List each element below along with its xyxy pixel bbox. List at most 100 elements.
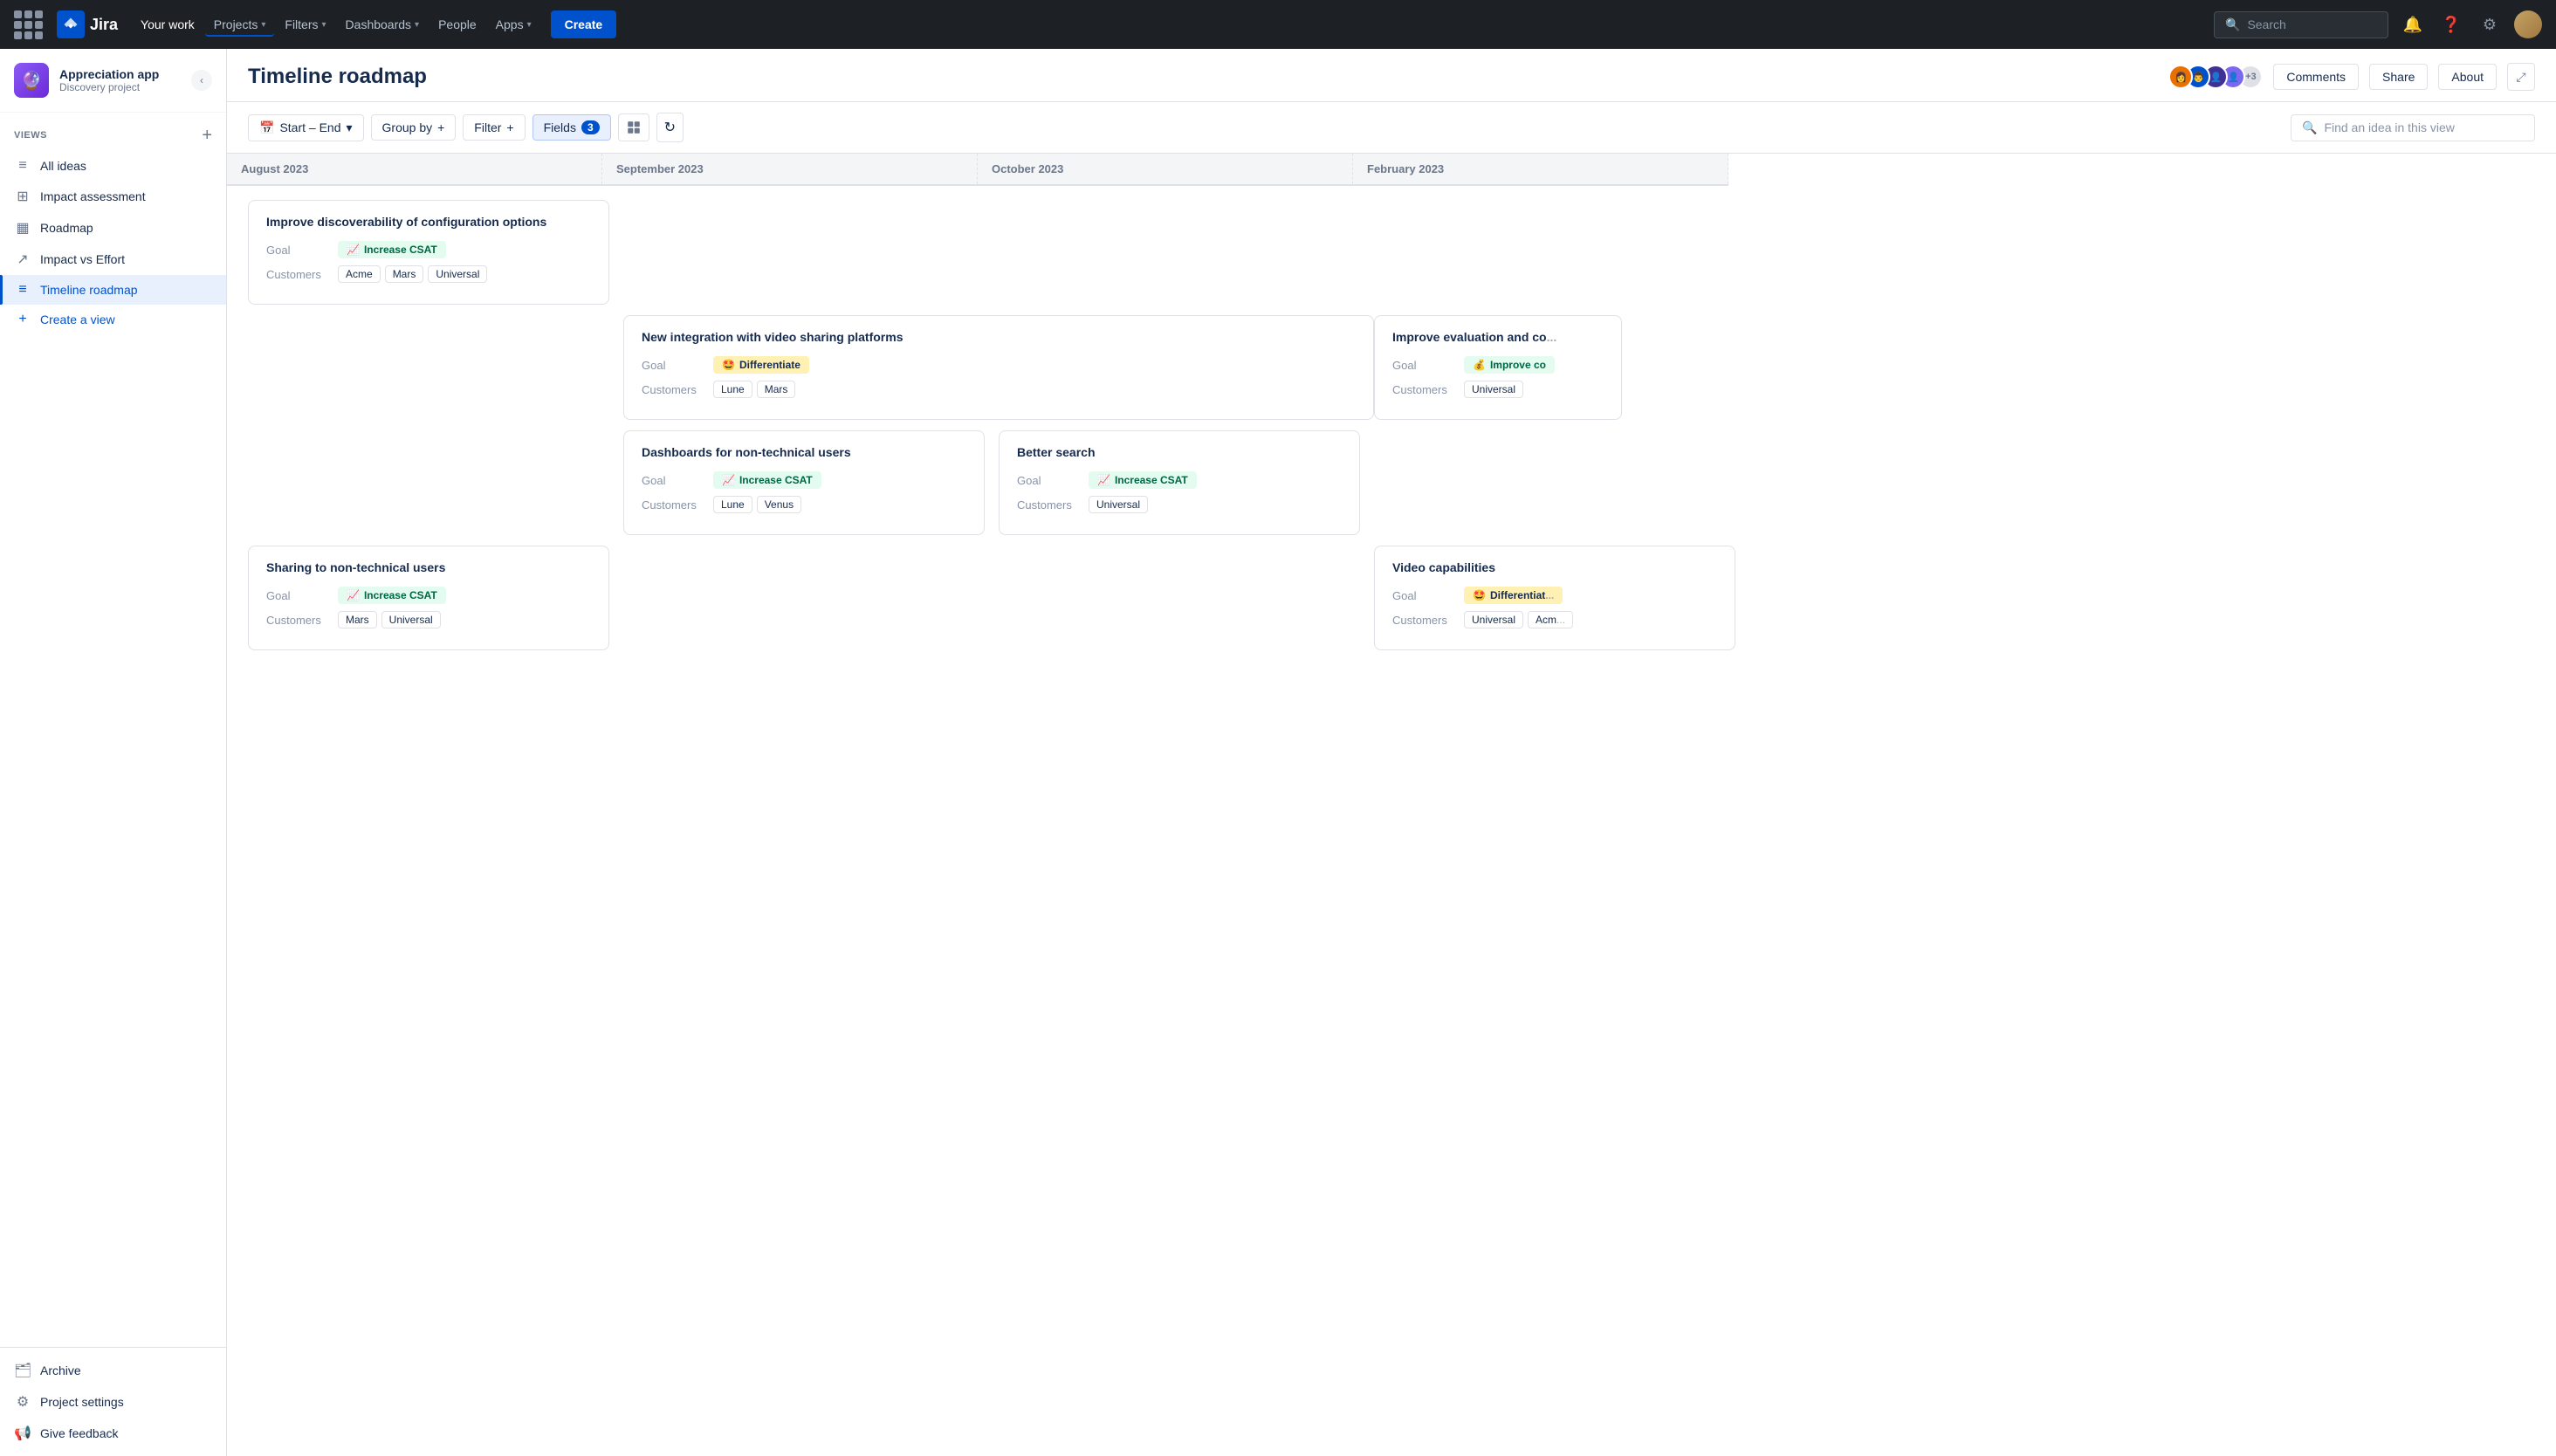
add-view-button[interactable]: + [202,127,212,144]
idea-card-dashboards[interactable]: Dashboards for non-technical users Goal … [623,430,985,535]
customers-label: Customers [1392,614,1453,627]
card-slot-4-2 [992,546,1367,650]
goal-label: Goal [1392,359,1453,372]
expand-icon: ⤢ [2516,70,2525,85]
grid-icon: ⊞ [14,188,31,205]
nav-filters[interactable]: Filters ▾ [276,12,334,37]
sidebar-item-archive[interactable]: 🗂 Archive [0,1355,226,1386]
customer-pills: Universal Acm... [1464,611,1573,628]
sidebar-item-impact-assessment[interactable]: ⊞ Impact assessment [0,181,226,212]
notifications-icon[interactable]: 🔔 [2399,10,2427,38]
sidebar-item-impact-effort[interactable]: ↗ Impact vs Effort [0,244,226,275]
goal-icon: 📈 [347,244,360,256]
auto-schedule-button[interactable]: ↻ [656,113,684,142]
card-goal-row: Goal 📈 Increase CSAT [266,241,591,258]
help-icon[interactable]: ❓ [2437,10,2465,38]
project-type: Discovery project [59,81,159,93]
nav-projects[interactable]: Projects ▾ [205,12,275,37]
idea-card-2[interactable]: New integration with video sharing platf… [623,315,1374,420]
sidebar-item-timeline-roadmap[interactable]: ≡ Timeline roadmap [0,275,226,305]
goal-text: Increase CSAT [739,474,813,486]
table-icon [626,120,642,135]
create-button[interactable]: Create [551,10,617,38]
apps-chevron-icon: ▾ [527,20,532,30]
sidebar-item-label: All ideas [40,159,86,173]
views-section-label: VIEWS [14,130,47,141]
fields-button[interactable]: Fields 3 [532,114,611,141]
expand-button[interactable]: ⤢ [2507,63,2535,91]
card-slot-1-1 [616,200,992,305]
global-search[interactable]: 🔍 [2214,11,2388,38]
customers-label: Customers [1392,383,1453,396]
about-button[interactable]: About [2438,64,2497,90]
customer-tag: Venus [757,496,801,513]
customer-tag: Universal [1089,496,1148,513]
date-range-button[interactable]: 📅 Start – End ▾ [248,114,364,141]
settings-icon[interactable]: ⚙ [2476,10,2504,38]
sidebar-item-roadmap[interactable]: ▦ Roadmap [0,212,226,244]
view-options-button[interactable] [618,113,649,141]
cards-container: Improve discoverability of configuration… [227,186,2556,664]
sidebar-item-label: Roadmap [40,221,93,235]
feedback-icon: 📢 [14,1425,31,1442]
sidebar-item-create-view[interactable]: + Create a view [0,305,226,334]
user-avatar[interactable] [2514,10,2542,38]
nav-apps[interactable]: Apps ▾ [487,12,540,37]
view-search-input[interactable] [2324,120,2524,134]
card-customers-row: Customers Universal [1392,381,1604,398]
goal-text: Differentiat... [1490,589,1554,601]
idea-card-video[interactable]: Video capabilities Goal 🤩 Differentiat..… [1374,546,1735,650]
sidebar-item-project-settings[interactable]: ⚙ Project settings [0,1386,226,1418]
goal-text: Increase CSAT [364,589,437,601]
search-input[interactable] [2247,17,2377,31]
comments-button[interactable]: Comments [2273,64,2359,90]
card-customers-row: Customers Lune Mars [642,381,1356,398]
goal-icon: 📈 [1097,474,1110,486]
idea-card-1[interactable]: Improve discoverability of configuration… [248,200,609,305]
customers-label: Customers [266,614,327,627]
card-slot-4-0: Sharing to non-technical users Goal 📈 In… [241,546,616,650]
card-slot-3-3 [1367,430,1742,535]
goal-icon: 💰 [1473,359,1486,371]
goal-text: Increase CSAT [364,244,437,256]
card-customers-row: Customers Lune Venus [642,496,966,513]
project-name: Appreciation app [59,67,159,81]
app-grid-icon[interactable] [14,10,43,39]
goal-label: Goal [642,474,703,487]
month-aug: August 2023 [227,154,602,184]
idea-card-sharing[interactable]: Sharing to non-technical users Goal 📈 In… [248,546,609,650]
group-by-label: Group by [382,120,433,134]
timeline-row-1: Improve discoverability of configuration… [241,200,1742,305]
fields-count-badge: 3 [581,120,600,134]
customer-pills: Lune Venus [713,496,801,513]
share-button[interactable]: Share [2369,64,2428,90]
card-goal-row: Goal 🤩 Differentiate [642,356,1356,374]
nav-your-work[interactable]: Your work [132,12,203,37]
jira-logo[interactable]: Jira [57,10,118,38]
page-header: Timeline roadmap 👩 👨 👤 👤 +3 Comments Sha… [227,49,2556,102]
app-layout: 🔮 Appreciation app Discovery project ‹ V… [0,49,2556,1456]
main-nav: Your work Projects ▾ Filters ▾ Dashboard… [132,12,540,37]
sidebar-item-label: Timeline roadmap [40,283,138,297]
idea-card-improve[interactable]: Improve evaluation and co... Goal 💰 Impr… [1374,315,1622,420]
timeline-scroll[interactable]: August 2023 September 2023 October 2023 … [227,154,2556,664]
card-slot-3-0 [241,430,616,535]
nav-people[interactable]: People [429,12,485,37]
customer-tag: Mars [757,381,796,398]
sidebar-collapse-button[interactable]: ‹ [191,70,212,91]
sidebar-item-give-feedback[interactable]: 📢 Give feedback [0,1418,226,1449]
card-customers-row: Customers Universal [1017,496,1342,513]
project-icon: 🔮 [14,63,49,98]
card-title: Sharing to non-technical users [266,560,591,574]
goal-tag: 🤩 Differentiate [713,356,809,374]
group-by-button[interactable]: Group by + [371,114,457,141]
view-search[interactable]: 🔍 [2291,114,2535,141]
search-icon: 🔍 [2225,17,2240,32]
views-section: VIEWS + ≡ All ideas ⊞ Impact assessment … [0,113,226,345]
filter-button[interactable]: Filter + [463,114,525,141]
idea-card-better-search[interactable]: Better search Goal 📈 Increase CSAT [999,430,1360,535]
customer-tag: Lune [713,496,752,513]
nav-dashboards[interactable]: Dashboards ▾ [337,12,429,37]
customers-label: Customers [642,383,703,396]
sidebar-item-all-ideas[interactable]: ≡ All ideas [0,151,226,181]
